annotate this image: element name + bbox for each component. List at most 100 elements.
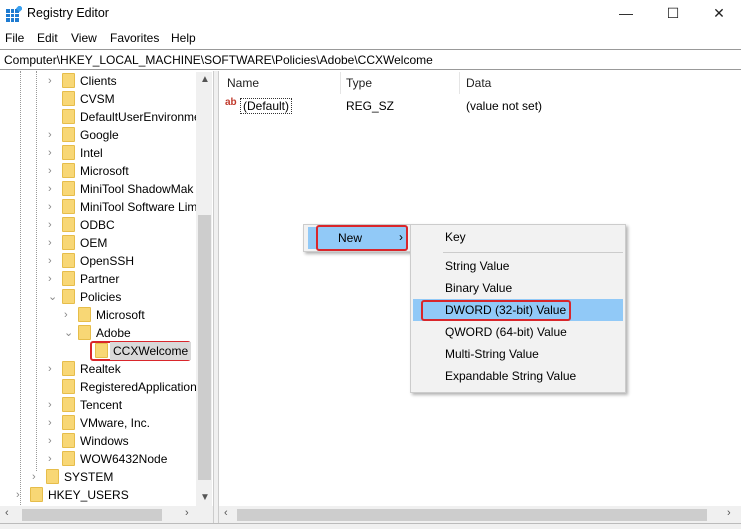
folder-icon (78, 325, 91, 340)
tree-item[interactable]: ⌄ Policies (0, 288, 200, 306)
chevron-right-icon[interactable]: › (48, 72, 52, 90)
chevron-right-icon[interactable]: › (48, 360, 52, 378)
tree-item[interactable]: › Microsoft (0, 162, 200, 180)
tree-item[interactable]: › SYSTEM (0, 468, 200, 486)
chevron-right-icon[interactable]: › (48, 180, 52, 198)
tree-item[interactable]: › HKEY_USERS (0, 486, 200, 504)
tree-item[interactable]: DefaultUserEnvironme (0, 108, 201, 126)
chevron-right-icon[interactable]: › (48, 270, 52, 288)
submenu-multi-string-value[interactable]: Multi-String Value (413, 343, 623, 365)
tree-item[interactable]: › OEM (0, 234, 200, 252)
scroll-left-icon[interactable]: ‹ (5, 507, 9, 519)
tree-item-label: CVSM (80, 92, 115, 106)
tree-item-label: Partner (80, 272, 120, 286)
folder-icon (62, 271, 75, 286)
value-row-default[interactable]: ab (Default) REG_SZ (value not set) (224, 97, 554, 115)
tree-item[interactable]: › Clients (0, 72, 200, 90)
tree-item[interactable]: › Intel (0, 144, 200, 162)
column-header-type[interactable]: Type (346, 76, 372, 90)
values-scroll-right-icon[interactable]: › (727, 507, 731, 519)
chevron-right-icon[interactable]: › (48, 414, 52, 432)
folder-icon (62, 91, 75, 106)
chevron-right-icon[interactable]: › (48, 234, 52, 252)
submenu-binary-value[interactable]: Binary Value (413, 277, 623, 299)
folder-icon (62, 163, 75, 178)
tree-item[interactable]: ⌄ Adobe (0, 324, 200, 342)
registry-editor-icon (6, 6, 22, 22)
scroll-right-icon[interactable]: › (185, 507, 189, 519)
tree-item-label: Policies (80, 290, 122, 304)
submenu-key[interactable]: Key (413, 226, 623, 248)
tree-item[interactable]: › Partner (0, 270, 200, 288)
tree-item[interactable]: › ODBC (0, 216, 200, 234)
folder-icon (30, 487, 43, 502)
folder-icon (62, 181, 75, 196)
tree-item-label: SYSTEM (64, 470, 114, 484)
tree-item[interactable]: › Realtek (0, 360, 200, 378)
tree-item-label: RegisteredApplication (80, 380, 197, 394)
chevron-down-icon[interactable]: ⌄ (64, 324, 73, 342)
minimize-button[interactable]: — (603, 0, 649, 28)
chevron-right-icon[interactable]: › (48, 450, 52, 468)
tree-item-label: OpenSSH (80, 254, 135, 268)
chevron-right-icon[interactable]: › (48, 198, 52, 216)
tree-item[interactable]: › Windows (0, 432, 200, 450)
highlight-box (421, 300, 571, 321)
tree-item-label: Google (80, 128, 119, 142)
chevron-right-icon[interactable]: › (48, 126, 52, 144)
tree-item[interactable]: › Tencent (0, 396, 200, 414)
menu-help[interactable]: Help (171, 31, 196, 45)
chevron-right-icon[interactable]: › (48, 144, 52, 162)
values-hscroll-thumb[interactable] (237, 509, 707, 521)
tree-item[interactable]: CCXWelcome (0, 341, 200, 361)
chevron-right-icon[interactable]: › (48, 162, 52, 180)
chevron-right-icon[interactable]: › (16, 486, 20, 504)
chevron-right-icon[interactable]: › (48, 216, 52, 234)
tree-item[interactable]: › WOW6432Node (0, 450, 200, 468)
chevron-right-icon[interactable]: › (48, 252, 52, 270)
submenu-expandable-string-value[interactable]: Expandable String Value (413, 365, 623, 387)
tree-item[interactable]: › Google (0, 126, 200, 144)
chevron-right-icon[interactable]: › (48, 432, 52, 450)
tree-scroll-thumb[interactable] (198, 215, 211, 480)
tree-item[interactable]: › Microsoft (0, 306, 200, 324)
string-value-icon: ab (225, 97, 237, 108)
tree-item-label: WOW6432Node (80, 452, 168, 466)
folder-icon (62, 379, 75, 394)
tree-item-label: DefaultUserEnvironme (80, 110, 201, 124)
tree-item-label: Tencent (80, 398, 123, 412)
menu-view[interactable]: View (71, 31, 97, 45)
chevron-down-icon[interactable]: ⌄ (48, 288, 57, 306)
menu-file[interactable]: File (5, 31, 24, 45)
scroll-down-icon[interactable]: ▼ (200, 492, 210, 503)
status-strip (0, 523, 741, 529)
scroll-up-icon[interactable]: ▲ (200, 74, 210, 85)
values-scroll-left-icon[interactable]: ‹ (224, 507, 228, 519)
chevron-right-icon[interactable]: › (48, 396, 52, 414)
tree-item[interactable]: › OpenSSH (0, 252, 200, 270)
tree-item-label: HKEY_USERS (48, 488, 129, 502)
tree-hscroll-thumb[interactable] (22, 509, 162, 521)
tree-item[interactable]: CVSM (0, 90, 200, 108)
chevron-right-icon[interactable]: › (64, 306, 68, 324)
menu-edit[interactable]: Edit (37, 31, 58, 45)
close-button[interactable]: ✕ (696, 0, 741, 28)
tree-item[interactable]: › VMware, Inc. (0, 414, 200, 432)
new-submenu: Key String Value Binary Value DWORD (32-… (410, 224, 626, 393)
column-header-name[interactable]: Name (227, 76, 259, 90)
folder-icon (78, 307, 91, 322)
submenu-qword-value[interactable]: QWORD (64-bit) Value (413, 321, 623, 343)
pane-splitter[interactable] (213, 71, 219, 523)
tree-item[interactable]: RegisteredApplication (0, 378, 200, 396)
highlight-box (316, 225, 408, 251)
tree-item-label: MiniTool ShadowMak (80, 182, 194, 196)
column-header-data[interactable]: Data (466, 76, 491, 90)
chevron-right-icon[interactable]: › (32, 468, 36, 486)
maximize-button[interactable]: ☐ (650, 0, 696, 28)
submenu-string-value[interactable]: String Value (413, 255, 623, 277)
tree-item[interactable]: › MiniTool Software Lim (0, 198, 200, 216)
menu-favorites[interactable]: Favorites (110, 31, 159, 45)
address-bar[interactable]: Computer\HKEY_LOCAL_MACHINE\SOFTWARE\Pol… (0, 49, 741, 70)
folder-icon (62, 127, 75, 142)
tree-item[interactable]: › MiniTool ShadowMak (0, 180, 200, 198)
